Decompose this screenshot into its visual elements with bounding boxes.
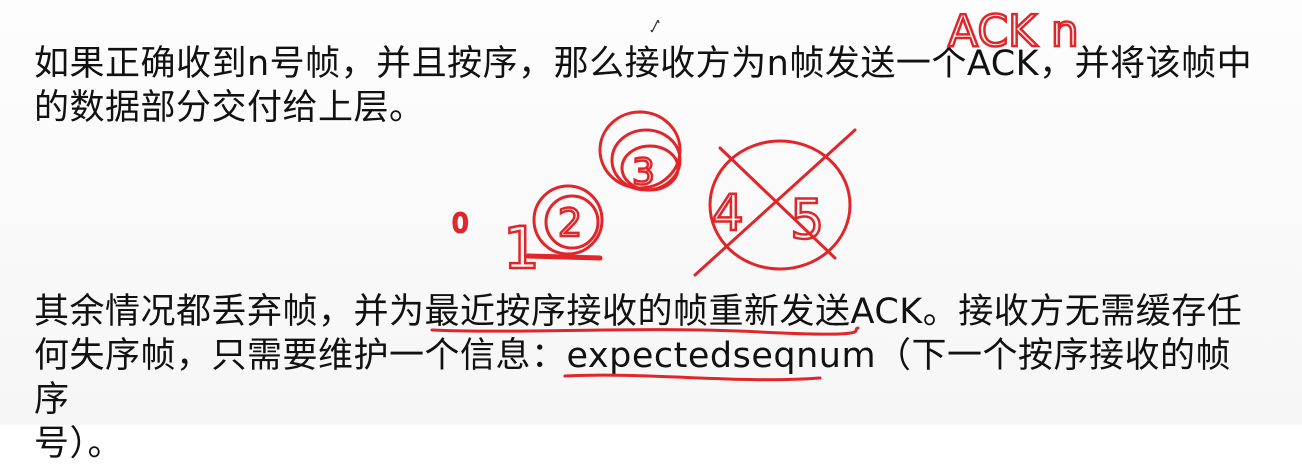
frame-3-circle-middle [610, 128, 682, 192]
lecture-slide: 如果正确收到n号帧，并且按序，那么接收方为n帧发送一个ACK，并将该帧中 的数据… [0, 0, 1302, 464]
frames-4-5-circle [708, 139, 852, 271]
paragraph-correct-frame: 如果正确收到n号帧，并且按序，那么接收方为n帧发送一个ACK，并将该帧中 的数据… [34, 42, 1264, 130]
frame-3-circle-inner [620, 144, 680, 192]
frame-2-underline [525, 253, 603, 261]
paragraph-2-line-3: 号）。 [34, 424, 124, 464]
pen-cursor-icon [650, 19, 660, 33]
frame-2-circle [532, 184, 604, 256]
frame-0-handwriting: 0 [452, 209, 469, 239]
frame-2-circled: 2 [525, 184, 604, 261]
cross-line-2 [693, 128, 857, 277]
frame-5-handwriting: 5 [790, 188, 824, 251]
cross-line-1 [718, 146, 837, 260]
frame-2-handwriting: 2 [558, 201, 582, 245]
paragraph-2-line-1: 其余情况都丢弃帧，并为最近按序接收的帧重新发送ACK。接收方无需缓存任 [34, 292, 1243, 332]
paragraph-discard-frames: 其余情况都丢弃帧，并为最近按序接收的帧重新发送ACK。接收方无需缓存任 何失序帧… [34, 290, 1264, 466]
frame-1-handwriting: 1 [503, 214, 540, 282]
paragraph-1-line-1: 如果正确收到n号帧，并且按序，那么接收方为n帧发送一个ACK，并将该帧中 [34, 44, 1253, 84]
frame-3-handwriting: 3 [632, 152, 655, 193]
frames-4-5-crossed-out: 4 5 [693, 128, 857, 277]
frame-4-handwriting: 4 [712, 184, 744, 242]
frame-2-inner-circle [544, 194, 600, 250]
paragraph-2-line-2: 何失序帧，只需要维护一个信息：expectedseqnum（下一个按序接收的帧序 [34, 336, 1232, 420]
paragraph-1-line-2: 的数据部分交付给上层。 [34, 88, 425, 128]
